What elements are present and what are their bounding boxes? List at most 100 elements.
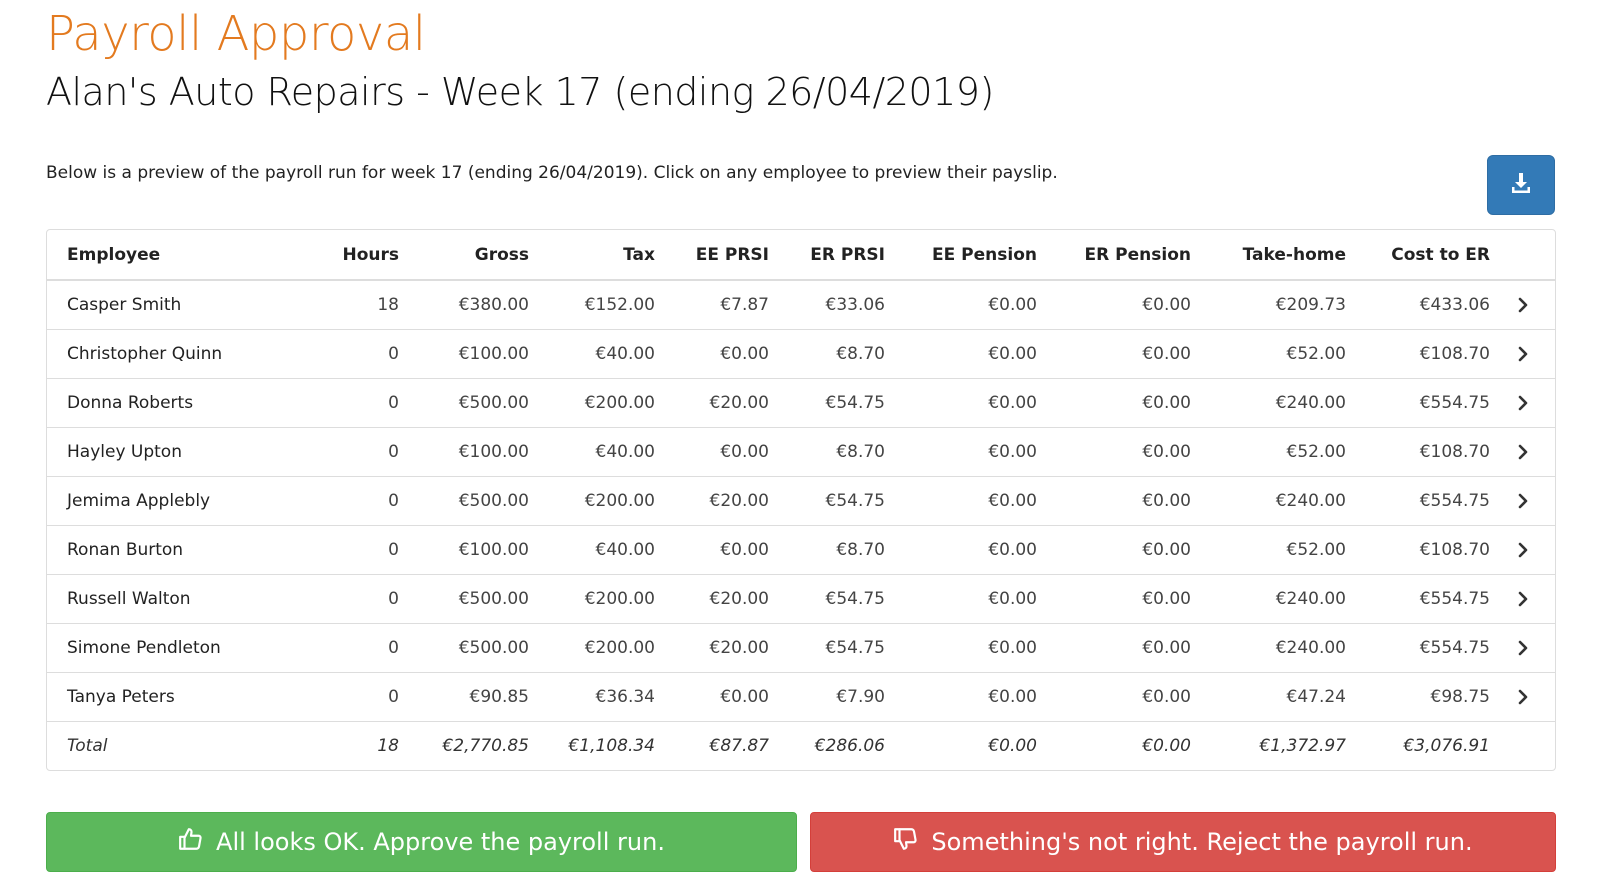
table-row[interactable]: Ronan Burton 0 €100.00 €40.00 €0.00 €8.70 €0.0… (47, 524, 1555, 574)
total-take-home: €1,372.97 (1191, 720, 1346, 770)
cell-employee: Tanya Peters (47, 671, 279, 721)
total-spacer (1490, 720, 1555, 770)
cell-ee-pension: €0.00 (885, 622, 1037, 672)
page-subtitle: Alan's Auto Repairs - Week 17 (ending 26… (46, 70, 994, 114)
table-row[interactable]: Russell Walton 0 €500.00 €200.00 €20.00 €54.7… (47, 573, 1555, 623)
cell-gross: €500.00 (399, 573, 529, 623)
cell-ee-pension: €0.00 (885, 671, 1037, 721)
table-row[interactable]: Donna Roberts 0 €500.00 €200.00 €20.00 €54.75… (47, 377, 1555, 427)
cell-tax: €152.00 (584, 294, 655, 315)
column-header-take-home: Take-home (1191, 230, 1346, 281)
column-header-ee-pension: EE Pension (885, 230, 1037, 281)
cell-er-pension: €0.00 (1037, 671, 1191, 721)
cell-hours: 0 (279, 671, 399, 721)
cell-tax: €40.00 (529, 524, 655, 574)
cell-er-prsi: €8.70 (769, 426, 885, 476)
cell-tax: €200.00 (529, 377, 655, 427)
cell-er-pension: €0.00 (1037, 524, 1191, 574)
approve-button[interactable]: All looks OK. Approve the payroll run. (46, 812, 797, 872)
cell-hours: 0 (279, 475, 399, 525)
total-ee-pension: €0.00 (885, 720, 1037, 770)
row-action[interactable] (1490, 622, 1555, 672)
table-row[interactable]: Hayley Upton 0 €100.00 €40.00 €0.00 €8.70 €0.0… (47, 426, 1555, 476)
page-title: Payroll Approval (46, 6, 426, 62)
total-row: Total 18 €2,770.85 €1,108.34 €87.87 €286.06 €0… (47, 720, 1555, 770)
cell-ee-prsi: €20.00 (655, 573, 769, 623)
cell-hours: 0 (279, 328, 399, 378)
cell-gross: €500.00 (399, 475, 529, 525)
cell-take-home: €52.00 (1191, 426, 1346, 476)
table-row[interactable]: Casper Smith 18 €380.00 €152.00 €7.87 €33.06 €… (47, 280, 1555, 329)
total-employee: Total (47, 720, 279, 770)
cell-cost-to-er: €554.75 (1346, 377, 1490, 427)
column-header-er-prsi: ER PRSI (769, 230, 885, 281)
total-er-prsi: €286.06 (769, 720, 885, 770)
cell-employee: Donna Roberts (47, 377, 279, 427)
cell-tax: €200.00 (529, 622, 655, 672)
cell-hours: 0 (279, 573, 399, 623)
total-er-pension: €0.00 (1037, 720, 1191, 770)
cell-ee-prsi: €20.00 (655, 377, 769, 427)
total-cost-to-er: €3,076.91 (1346, 720, 1490, 770)
cell-cost-to-er: €554.75 (1346, 622, 1490, 672)
cell-er-prsi: €54.75 (769, 573, 885, 623)
cell-tax: €200.00 (529, 573, 655, 623)
cell-take-home: €47.24 (1191, 671, 1346, 721)
row-action[interactable] (1490, 328, 1555, 378)
column-header-er-pension: ER Pension (1037, 230, 1191, 281)
download-button[interactable] (1487, 155, 1555, 215)
cell-cost-to-er: €108.70 (1346, 328, 1490, 378)
chevron-right-icon (1517, 638, 1529, 658)
cell-employee: Hayley Upton (47, 426, 279, 476)
column-header-employee: Employee (47, 230, 279, 281)
chevron-right-icon (1517, 442, 1529, 462)
row-action[interactable] (1490, 475, 1555, 525)
row-action[interactable] (1490, 280, 1555, 329)
cell-employee: Ronan Burton (47, 524, 279, 574)
cell-take-home: €52.00 (1191, 524, 1346, 574)
column-header-cost-to-er: Cost to ER (1346, 230, 1490, 281)
cell-take-home: €52.00 (1191, 328, 1346, 378)
cell-er-pension: €0.00 (1037, 328, 1191, 378)
total-hours: 18 (279, 720, 399, 770)
download-icon (1509, 171, 1533, 199)
row-action[interactable] (1490, 377, 1555, 427)
cell-ee-pension: €0.00 (885, 475, 1037, 525)
chevron-right-icon (1517, 540, 1529, 560)
cell-gross: €500.00 (399, 377, 529, 427)
chevron-right-icon (1517, 589, 1529, 609)
cell-employee: Casper Smith (67, 294, 182, 315)
chevron-right-icon (1517, 393, 1529, 413)
cell-er-prsi: €54.75 (769, 622, 885, 672)
thumbs-up-icon (178, 826, 216, 858)
table-row[interactable]: Simone Pendleton 0 €500.00 €200.00 €20.00 €54… (47, 622, 1555, 672)
cell-take-home: €240.00 (1191, 573, 1346, 623)
row-action[interactable] (1490, 524, 1555, 574)
cell-hours: 18 (377, 294, 399, 315)
cell-er-pension: €0.00 (1142, 294, 1191, 315)
total-ee-prsi: €87.87 (655, 720, 769, 770)
reject-button-label: Something's not right. Reject the payrol… (931, 828, 1473, 856)
cell-cost-to-er: €554.75 (1346, 573, 1490, 623)
row-action[interactable] (1490, 671, 1555, 721)
table-row[interactable]: Jemima Applebly 0 €500.00 €200.00 €20.00 €54.… (47, 475, 1555, 525)
cell-ee-pension: €0.00 (885, 524, 1037, 574)
cell-er-pension: €0.00 (1037, 377, 1191, 427)
cell-employee: Simone Pendleton (47, 622, 279, 672)
cell-gross: €100.00 (399, 426, 529, 476)
reject-button[interactable]: Something's not right. Reject the payrol… (810, 812, 1556, 872)
cell-gross: €100.00 (399, 524, 529, 574)
row-action[interactable] (1490, 426, 1555, 476)
cell-cost-to-er: €108.70 (1346, 426, 1490, 476)
row-action[interactable] (1490, 573, 1555, 623)
cell-er-pension: €0.00 (1037, 426, 1191, 476)
cell-er-prsi: €54.75 (769, 475, 885, 525)
table-row[interactable]: Tanya Peters 0 €90.85 €36.34 €0.00 €7.90 €0.00… (47, 671, 1555, 721)
cell-er-prsi: €33.06 (825, 294, 885, 315)
column-header-hours: Hours (279, 230, 399, 281)
cell-ee-pension: €0.00 (885, 377, 1037, 427)
cell-ee-prsi: €0.00 (655, 426, 769, 476)
cell-tax: €40.00 (529, 328, 655, 378)
table-row[interactable]: Christopher Quinn 0 €100.00 €40.00 €0.00 €8.7… (47, 328, 1555, 378)
cell-ee-pension: €0.00 (885, 328, 1037, 378)
